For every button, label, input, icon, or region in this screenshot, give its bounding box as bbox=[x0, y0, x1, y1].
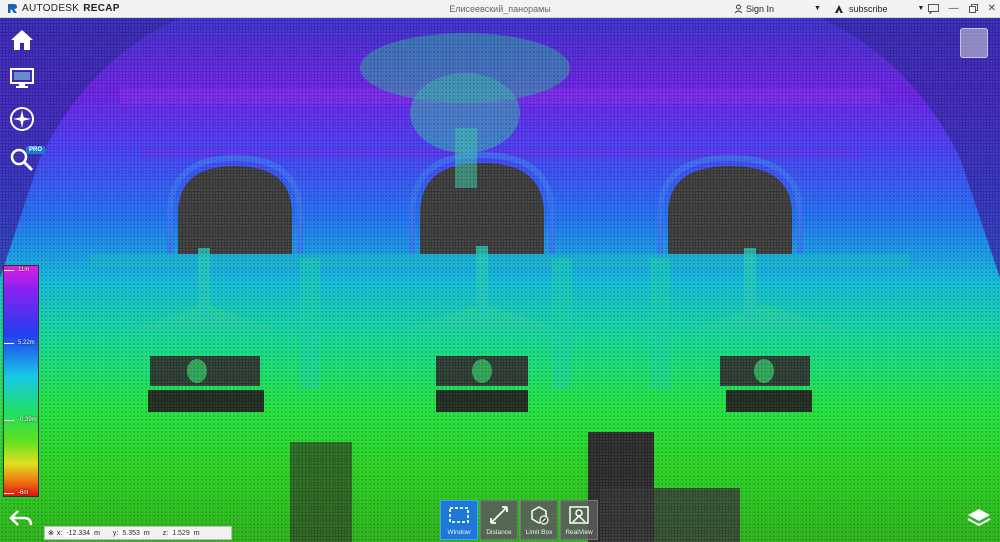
realview-tool[interactable]: RealView bbox=[560, 500, 598, 540]
window-controls: — ✕ bbox=[927, 3, 996, 14]
x-label: x: bbox=[56, 529, 63, 537]
scale-label-min: -6m bbox=[18, 490, 29, 496]
y-coordinate: y: 5.353 m bbox=[112, 529, 150, 537]
chevron-down-icon: ▼ bbox=[917, 5, 925, 12]
recap-logo-icon bbox=[6, 3, 18, 15]
sign-in-label: Sign In bbox=[746, 3, 775, 14]
limit-box-tool-label: Limit Box bbox=[525, 529, 553, 536]
point-cloud-viewport[interactable]: PRO 11m 5.22m -0.39m -6m ⊗ x: -12.334 m bbox=[0, 18, 1000, 542]
window-select-icon bbox=[449, 507, 469, 523]
brand: AUTODESK RECAP bbox=[0, 3, 240, 15]
z-coordinate: z: 1.529 m bbox=[162, 529, 200, 537]
home-icon bbox=[11, 30, 33, 50]
realview-icon bbox=[569, 506, 589, 524]
scale-tick bbox=[4, 493, 14, 494]
x-unit: m bbox=[94, 529, 100, 537]
compass-icon bbox=[10, 107, 34, 131]
scale-tick bbox=[4, 343, 14, 344]
y-unit: m bbox=[143, 529, 150, 537]
window-tool-label: Window bbox=[447, 529, 471, 536]
home-button[interactable] bbox=[6, 24, 38, 56]
realview-tool-label: RealView bbox=[565, 529, 593, 536]
window-select-tool[interactable]: Window bbox=[440, 500, 478, 540]
z-value: 1.529 bbox=[170, 529, 192, 537]
back-button[interactable] bbox=[8, 508, 34, 528]
z-label: z: bbox=[162, 529, 169, 537]
subscribe-menu[interactable]: subscribe ▼ bbox=[834, 4, 924, 14]
coordinate-readout: ⊗ x: -12.334 m y: 5.353 m z: 1.529 m bbox=[44, 526, 232, 540]
limit-box-icon bbox=[531, 506, 549, 525]
restore-icon[interactable] bbox=[968, 4, 978, 13]
title-bar: AUTODESK RECAP Елисеевский_панорамы Sign… bbox=[0, 0, 1000, 18]
y-value: 5.353 bbox=[120, 529, 142, 537]
back-arrow-icon bbox=[9, 510, 33, 526]
brand-recap: RECAP bbox=[83, 3, 120, 14]
point-cloud-scene bbox=[0, 18, 1000, 542]
scale-label-max: 11m bbox=[18, 267, 30, 273]
brand-autodesk: AUTODESK bbox=[22, 3, 80, 14]
autodesk-a-icon bbox=[835, 4, 843, 13]
x-value: -12.334 bbox=[64, 529, 93, 537]
subscribe-label: subscribe bbox=[849, 3, 888, 14]
distance-tool[interactable]: Distance bbox=[480, 500, 518, 540]
bottom-toolbar: Window Distance Limit Box RealView bbox=[440, 500, 598, 540]
chat-icon[interactable] bbox=[927, 3, 939, 14]
layers-icon bbox=[967, 509, 991, 527]
sign-in-menu[interactable]: Sign In ▼ bbox=[734, 4, 821, 14]
x-coordinate: x: -12.334 m bbox=[56, 529, 100, 537]
limit-box-tool[interactable]: Limit Box bbox=[520, 500, 558, 540]
close-icon[interactable]: ⊗ bbox=[48, 529, 54, 537]
user-icon bbox=[734, 4, 743, 13]
scale-label-upper: 5.22m bbox=[18, 340, 35, 346]
z-unit: m bbox=[193, 529, 200, 537]
navigation-wheel-button[interactable] bbox=[6, 103, 38, 135]
chevron-down-icon: ▼ bbox=[814, 5, 821, 12]
scale-tick bbox=[4, 420, 14, 421]
scale-label-lower: -0.39m bbox=[18, 417, 37, 423]
monitor-icon bbox=[10, 68, 34, 88]
recap-app: AUTODESK RECAP Елисеевский_панорамы Sign… bbox=[0, 0, 1000, 542]
pro-badge: PRO bbox=[26, 146, 46, 154]
minimize-icon[interactable]: — bbox=[949, 3, 959, 14]
navigation-cube[interactable] bbox=[960, 28, 988, 58]
elevation-color-scale[interactable]: 11m 5.22m -0.39m -6m bbox=[3, 265, 39, 497]
document-title: Елисеевский_панорамы bbox=[449, 3, 551, 14]
y-label: y: bbox=[112, 529, 119, 537]
layers-button[interactable] bbox=[966, 506, 992, 530]
display-settings-button[interactable] bbox=[6, 62, 38, 94]
scale-tick bbox=[4, 270, 14, 271]
close-icon[interactable]: ✕ bbox=[988, 3, 996, 14]
distance-icon bbox=[490, 506, 508, 524]
distance-tool-label: Distance bbox=[486, 529, 512, 536]
